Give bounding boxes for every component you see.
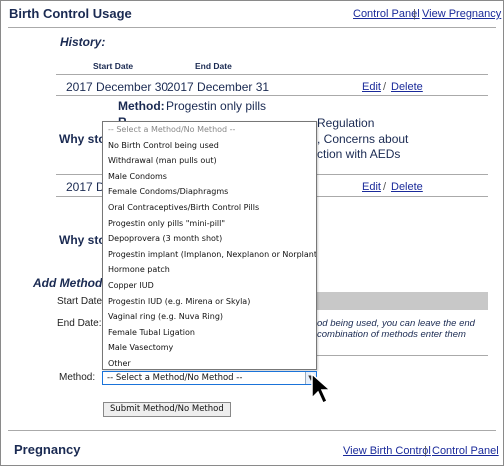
history-divider-1 (56, 95, 488, 96)
dropdown-option[interactable]: Progestin only pills "mini-pill" (103, 216, 316, 232)
dropdown-option[interactable]: Progestin implant (Implanon, Nexplanon o… (103, 247, 316, 263)
entry1-end-date: 2017 December 31 (167, 80, 270, 94)
view-birth-control-link[interactable]: View Birth Control (343, 445, 431, 457)
dropdown-option[interactable]: Progestin IUD (e.g. Mirena or Skyla) (103, 294, 316, 310)
start-date-label: Start Date (57, 296, 103, 307)
mouse-pointer-icon (311, 372, 332, 405)
pregnancy-title: Pregnancy (14, 442, 81, 457)
entry2-edit-link[interactable]: Edit (362, 181, 381, 193)
dropdown-option[interactable]: Vaginal ring (e.g. Nuva Ring) (103, 309, 316, 325)
view-pregnancy-link[interactable]: View Pregnancy (422, 8, 501, 20)
entry1-method-value: Progestin only pills (166, 99, 267, 113)
entry1-slash: / (383, 81, 387, 93)
pregnancy-divider (8, 430, 496, 431)
entry1-why-stop-text-1: , Concerns about (317, 132, 409, 146)
history-label: History: (60, 35, 106, 49)
page-title: Birth Control Usage (9, 6, 132, 21)
add-divider (315, 355, 488, 356)
method-select[interactable]: -- Select a Method/No Method -- ▼ (102, 371, 317, 385)
entry2-delete-link[interactable]: Delete (391, 181, 423, 193)
pregnancy-separator: | (424, 445, 427, 457)
end-date-column-header: End Date (195, 61, 232, 71)
method-select-value: -- Select a Method/No Method -- (107, 373, 243, 383)
entry1-edit-link[interactable]: Edit (362, 81, 381, 93)
entry1-method-label: Method: (118, 99, 165, 113)
header-separator: | (413, 8, 416, 20)
dropdown-option[interactable]: Hormone patch (103, 262, 316, 278)
start-date-column-header: Start Date (93, 61, 134, 71)
dropdown-option[interactable]: Other (103, 356, 316, 372)
method-dropdown-list[interactable]: -- Select a Method/No Method -- No Birth… (102, 121, 317, 370)
entry1-delete-link[interactable]: Delete (391, 81, 423, 93)
date-input-area[interactable] (315, 292, 488, 310)
dropdown-option[interactable]: Copper IUD (103, 278, 316, 294)
pregnancy-control-panel-link[interactable]: Control Panel (432, 445, 499, 457)
history-divider-top (56, 74, 488, 75)
method-select-label: Method: (59, 372, 96, 383)
entry1-start-date: 2017 December 30 (66, 80, 169, 94)
end-date-label: End Date: (57, 318, 102, 329)
dropdown-option[interactable]: -- Select a Method/No Method -- (103, 122, 316, 138)
dropdown-option[interactable]: Withdrawal (man pulls out) (103, 153, 316, 169)
dropdown-option[interactable]: Male Vasectomy (103, 340, 316, 356)
dropdown-option[interactable]: Female Tubal Ligation (103, 325, 316, 341)
submit-method-button[interactable]: Submit Method/No Method (103, 402, 231, 417)
header-divider (8, 27, 496, 28)
help-note-line2: combination of methods enter them (317, 329, 466, 340)
dropdown-option[interactable]: Oral Contraceptives/Birth Control Pills (103, 200, 316, 216)
entry1-reason-value-partial: Regulation (317, 116, 375, 130)
dropdown-option[interactable]: Depoprovera (3 month shot) (103, 231, 316, 247)
entry2-slash: / (383, 181, 387, 193)
entry1-why-stop-text-2: ction with AEDs (317, 147, 401, 161)
dropdown-option[interactable]: No Birth Control being used (103, 138, 316, 154)
dropdown-option[interactable]: Female Condoms/Diaphragms (103, 184, 316, 200)
dropdown-option[interactable]: Male Condoms (103, 169, 316, 185)
help-note-line1: od being used, you can leave the end (317, 318, 475, 329)
control-panel-link[interactable]: Control Panel (353, 8, 420, 20)
